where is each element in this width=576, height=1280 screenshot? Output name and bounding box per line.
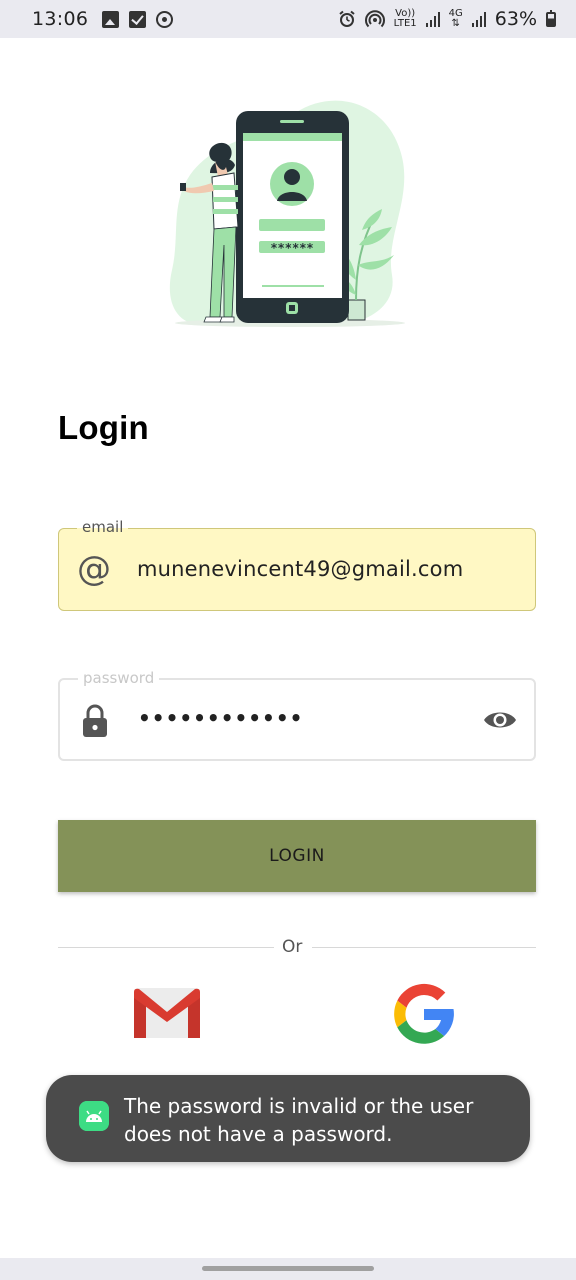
gmail-icon[interactable] xyxy=(132,986,202,1040)
signal-strength-icon xyxy=(425,11,440,27)
login-button[interactable]: LOGIN xyxy=(58,820,536,892)
password-label: password xyxy=(78,669,160,687)
email-field[interactable]: email @ munenevincent49@gmail.com xyxy=(58,518,536,611)
android-icon xyxy=(79,1101,109,1131)
toast-text: The password is invalid or the user does… xyxy=(124,1094,474,1146)
toast-message: The password is invalid or the user does… xyxy=(46,1075,530,1162)
gallery-notification-icon xyxy=(102,10,120,28)
password-input[interactable]: •••••••••••• xyxy=(138,706,303,730)
eye-icon[interactable] xyxy=(482,705,518,735)
page-title: Login xyxy=(58,409,149,446)
or-text: Or xyxy=(282,937,303,957)
home-gesture-handle[interactable] xyxy=(202,1266,374,1271)
data-arrows-icon: ⇅ xyxy=(451,18,460,29)
status-time: 13:06 xyxy=(32,8,89,30)
volte-indicator: Vo)) LTE1 xyxy=(393,8,417,29)
battery-percent: 63% xyxy=(494,8,537,30)
email-label: email xyxy=(77,518,129,536)
alarm-icon xyxy=(339,10,355,27)
hotspot-icon xyxy=(364,10,385,28)
sync-notification-icon xyxy=(156,10,174,28)
navigation-bar xyxy=(0,1258,576,1280)
login-illustration: ****** xyxy=(169,100,405,327)
illustration-password-mask: ****** xyxy=(270,241,313,255)
checkbox-notification-icon xyxy=(129,10,147,28)
lock-icon xyxy=(83,704,107,737)
or-divider: Or xyxy=(58,937,536,961)
signal-strength-icon-2 xyxy=(471,11,486,27)
at-sign-icon: @ xyxy=(77,549,111,589)
battery-icon xyxy=(546,9,556,27)
email-input[interactable]: munenevincent49@gmail.com xyxy=(137,557,463,581)
status-bar: 13:06 Vo)) LTE1 4G ⇅ 63% xyxy=(0,0,576,38)
google-icon[interactable] xyxy=(393,983,455,1045)
network-type: 4G ⇅ xyxy=(448,8,463,29)
divider-line-right xyxy=(312,947,536,948)
divider-line-left xyxy=(58,947,274,948)
password-field[interactable]: password •••••••••••• xyxy=(58,669,536,761)
